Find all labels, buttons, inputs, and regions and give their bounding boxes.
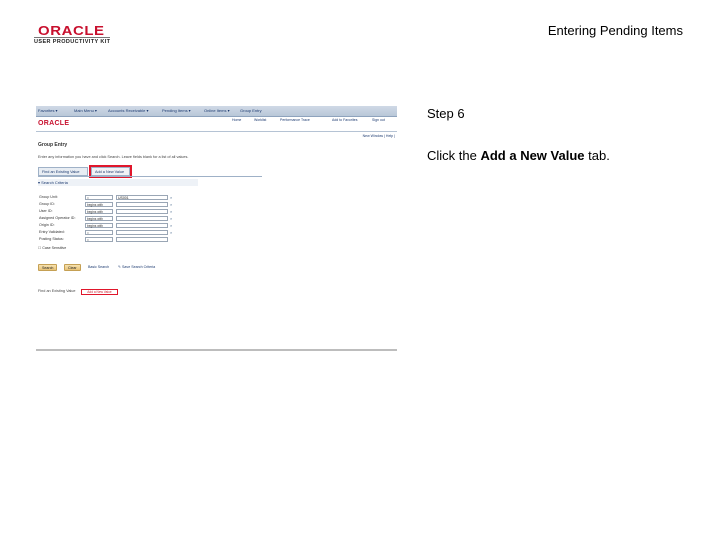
page-instructions: Enter any information you have and click… — [38, 155, 189, 159]
field-row: Origin ID: begins with ⌕ — [39, 223, 259, 229]
link-worklist[interactable]: Worklist — [254, 118, 266, 122]
field-label: Group Unit: — [39, 195, 58, 199]
menu-group-entry[interactable]: Group Entry — [240, 108, 262, 113]
field-label: Assigned Operator ID: — [39, 216, 76, 220]
lookup-icon[interactable]: ⌕ — [170, 202, 172, 207]
menu-main[interactable]: Main Menu ▾ — [74, 108, 97, 113]
link-home[interactable]: Home — [232, 118, 241, 122]
field-row: Posting Status: = — [39, 237, 259, 243]
lookup-icon[interactable]: ⌕ — [170, 195, 172, 200]
menu-pending-items[interactable]: Pending Items ▾ — [162, 108, 191, 113]
value-input[interactable] — [116, 230, 168, 235]
operator-select[interactable]: = — [85, 230, 113, 235]
step-number: Step 6 — [427, 106, 465, 121]
menu-accounts-receivable[interactable]: Accounts Receivable ▾ — [108, 108, 148, 113]
oracle-upk-logo: ORACLE USER PRODUCTIVITY KIT — [34, 23, 126, 48]
instruction-target: Add a New Value — [480, 148, 585, 163]
mini-oracle-logo: ORACLE — [38, 120, 70, 127]
save-search-label: Save Search Criteria — [122, 265, 156, 269]
field-row: User ID: begins with ⌕ — [39, 209, 259, 215]
operator-select[interactable]: = — [85, 237, 113, 242]
basic-search-link[interactable]: Basic Search — [88, 264, 109, 271]
lookup-icon[interactable]: ⌕ — [170, 223, 172, 228]
field-label: User ID: — [39, 209, 53, 213]
logo-wordmark: ORACLE — [38, 23, 105, 38]
screenshot-footer-rule — [36, 349, 397, 351]
value-input[interactable]: US001 — [116, 195, 168, 200]
lookup-icon[interactable]: ⌕ — [170, 230, 172, 235]
instruction-prefix: Click the — [427, 148, 481, 163]
operator-select[interactable]: begins with — [85, 216, 113, 221]
case-sensitive-label: Case Sensitive — [42, 246, 67, 250]
page-title: Group Entry — [38, 142, 68, 148]
search-criteria-label: Search Criteria — [41, 180, 68, 185]
lookup-icon[interactable]: ⌕ — [170, 209, 172, 214]
instruction-suffix: tab. — [584, 148, 610, 163]
utility-links[interactable]: New Window | Help | — [363, 134, 395, 138]
field-label: Entry Validated: — [39, 230, 65, 234]
search-criteria-header[interactable]: ▾ Search Criteria — [38, 179, 198, 186]
field-row: Group Unit: = US001 ⌕ — [39, 195, 259, 201]
operator-select[interactable]: = — [85, 195, 113, 200]
operator-select[interactable]: begins with — [85, 202, 113, 207]
menu-favorites[interactable]: Favorites ▾ — [38, 108, 58, 113]
value-input[interactable] — [116, 202, 168, 207]
logo-rule — [34, 37, 110, 38]
value-input[interactable] — [116, 209, 168, 214]
lookup-icon[interactable]: ⌕ — [170, 216, 172, 221]
operator-select[interactable]: begins with — [85, 223, 113, 228]
link-performance-trace[interactable]: Performance Trace — [280, 118, 310, 122]
application-screenshot: Favorites ▾ Main Menu ▾ Accounts Receiva… — [36, 106, 397, 354]
bottom-add-new-value-link[interactable]: Add a New Value — [81, 289, 118, 295]
value-select[interactable] — [116, 237, 168, 242]
brand-bar: ORACLE Home Worklist Performance Trace A… — [36, 117, 397, 131]
header-divider — [36, 131, 397, 132]
link-add-favorites[interactable]: Add to Favorites — [332, 118, 357, 122]
field-label: Group ID: — [39, 202, 55, 206]
value-input[interactable] — [116, 216, 168, 221]
step-instruction: Click the Add a New Value tab. — [427, 148, 610, 163]
menu-online-items[interactable]: Online Items ▾ — [204, 108, 230, 113]
field-row: Entry Validated: = ⌕ — [39, 230, 259, 236]
field-row: Group ID: begins with ⌕ — [39, 202, 259, 208]
field-label: Posting Status: — [39, 237, 64, 241]
document-title: Entering Pending Items — [547, 23, 683, 38]
link-sign-out[interactable]: Sign out — [372, 118, 385, 122]
bottom-find-existing-link[interactable]: Find an Existing Value — [38, 289, 76, 293]
clear-button[interactable]: Clear — [64, 264, 81, 271]
tab-find-existing-value[interactable]: Find an Existing Value — [38, 167, 88, 176]
save-search-criteria-link[interactable]: ✎ Save Search Criteria — [118, 264, 155, 271]
tab-add-new-value[interactable]: Add a New Value — [89, 165, 132, 178]
field-row: Assigned Operator ID: begins with ⌕ — [39, 216, 259, 222]
save-icon: ✎ — [118, 265, 122, 269]
field-label: Origin ID: — [39, 223, 55, 227]
operator-select[interactable]: begins with — [85, 209, 113, 214]
logo-tagline: USER PRODUCTIVITY KIT — [34, 39, 111, 45]
search-button[interactable]: Search — [38, 264, 58, 271]
tab-underline — [38, 176, 262, 177]
menu-bar: Favorites ▾ Main Menu ▾ Accounts Receiva… — [36, 106, 397, 117]
value-input[interactable] — [116, 223, 168, 228]
case-sensitive-checkbox[interactable]: ☐ Case Sensitive — [38, 246, 66, 250]
